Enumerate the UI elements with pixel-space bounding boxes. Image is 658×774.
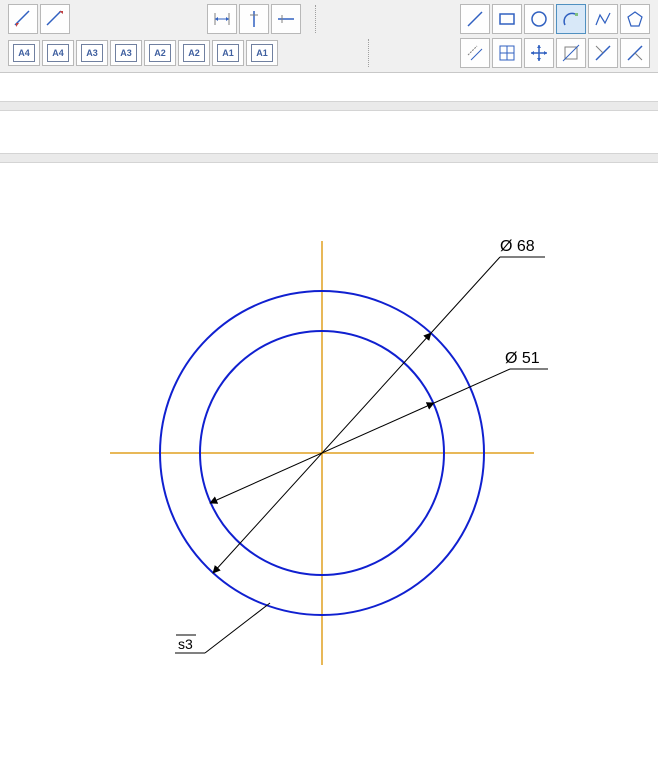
trim-1-button[interactable]	[588, 38, 618, 68]
paper-a4-landscape-button[interactable]: A4	[42, 40, 74, 66]
polyline-button[interactable]	[588, 4, 618, 34]
paper-a3-portrait-button[interactable]: A3	[76, 40, 108, 66]
toolbar-row-1	[8, 4, 650, 34]
paper-a1-portrait-button[interactable]: A1	[212, 40, 244, 66]
dim-edit-1-button[interactable]	[8, 4, 38, 34]
arc-button[interactable]	[556, 4, 586, 34]
paper-a2-landscape-button[interactable]: A2	[178, 40, 210, 66]
dim-outer-label: Ø 68	[500, 238, 535, 255]
paper-a1-landscape-button[interactable]: A1	[246, 40, 278, 66]
move-button[interactable]	[524, 38, 554, 68]
dim-style-a-icon	[212, 9, 232, 29]
rectangle-button[interactable]	[492, 4, 522, 34]
paper-a2-portrait-button[interactable]: A2	[144, 40, 176, 66]
move-icon	[529, 43, 549, 63]
tool-group-papers: A4 A4 A3 A3 A2 A2 A1 A1	[8, 40, 278, 66]
drawing-svg: Ø 68 Ø 51 s3	[0, 163, 658, 743]
tool-group-dim-edit	[8, 4, 70, 34]
toolbar: A4 A4 A3 A3 A2 A2 A1 A1	[0, 0, 658, 73]
grid-button[interactable]	[492, 38, 522, 68]
dimension-inner: Ø 51	[210, 350, 548, 503]
dim-style-c-icon	[276, 9, 296, 29]
snap-icon	[561, 43, 581, 63]
surface-label: s3	[178, 636, 193, 652]
hatch-button[interactable]	[460, 38, 490, 68]
dim-style-b-button[interactable]	[239, 4, 269, 34]
tool-group-dim-style	[207, 4, 301, 34]
dim-style-a-button[interactable]	[207, 4, 237, 34]
dimension-outer: Ø 68	[213, 238, 545, 573]
dim-inner-label: Ø 51	[505, 350, 540, 367]
polygon-icon	[625, 9, 645, 29]
toolbar-row-2: A4 A4 A3 A3 A2 A2 A1 A1	[8, 38, 650, 68]
line-button[interactable]	[460, 4, 490, 34]
paper-a3-landscape-button[interactable]: A3	[110, 40, 142, 66]
paper-a4-portrait-button[interactable]: A4	[8, 40, 40, 66]
dim-edit-2-button[interactable]	[40, 4, 70, 34]
panel-divider-2	[0, 153, 658, 163]
panel-divider-1	[0, 101, 658, 111]
trim-2-button[interactable]	[620, 38, 650, 68]
paper-label: A3	[81, 44, 103, 62]
tool-group-shapes	[460, 4, 650, 34]
paper-label: A4	[47, 44, 69, 62]
paper-label: A2	[183, 44, 205, 62]
snap-button[interactable]	[556, 38, 586, 68]
circle-icon	[529, 9, 549, 29]
grid-icon	[497, 43, 517, 63]
dim-style-c-button[interactable]	[271, 4, 301, 34]
separator	[368, 39, 370, 67]
line-icon	[465, 9, 485, 29]
hatch-icon	[465, 43, 485, 63]
dim-style-b-icon	[244, 9, 264, 29]
trim-1-icon	[593, 43, 613, 63]
arc-icon	[561, 9, 581, 29]
polyline-icon	[593, 9, 613, 29]
tool-group-edit	[460, 38, 650, 68]
surface-callout: s3	[175, 603, 270, 653]
paper-label: A1	[251, 44, 273, 62]
paper-label: A3	[115, 44, 137, 62]
paper-label: A1	[217, 44, 239, 62]
rectangle-icon	[497, 9, 517, 29]
trim-2-icon	[625, 43, 645, 63]
dim-edit-2-icon	[45, 9, 65, 29]
drawing-canvas[interactable]: Ø 68 Ø 51 s3	[0, 163, 658, 743]
separator	[315, 5, 317, 33]
paper-label: A2	[149, 44, 171, 62]
paper-label: A4	[13, 44, 35, 62]
polygon-button[interactable]	[620, 4, 650, 34]
dim-edit-1-icon	[13, 9, 33, 29]
circle-button[interactable]	[524, 4, 554, 34]
